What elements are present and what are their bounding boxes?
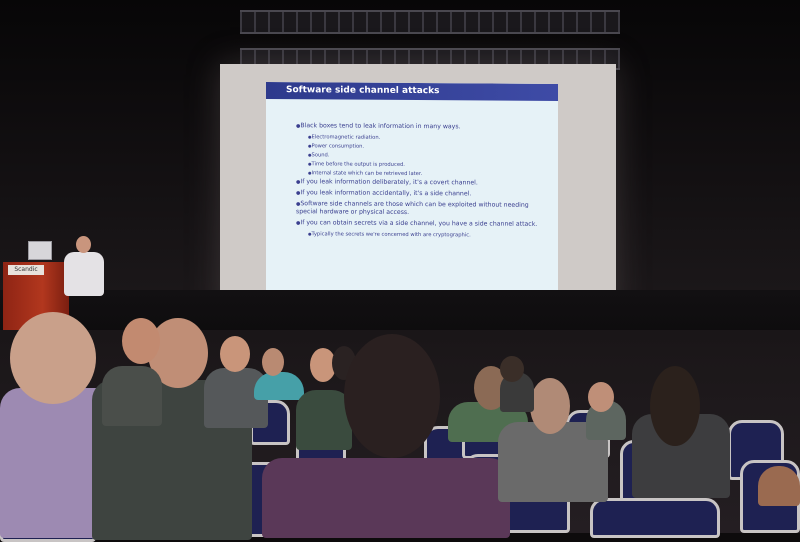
attendee-head: [122, 318, 160, 364]
presentation-slide: Software side channel attacks Black boxe…: [266, 81, 558, 311]
attendee-body: [102, 366, 162, 426]
attendee-head: [262, 348, 284, 376]
attendee-body: [262, 458, 510, 538]
slide-bullet: Black boxes tend to leak information in …: [296, 122, 546, 132]
attendee-head: [588, 382, 614, 412]
speaker-body: [64, 252, 104, 296]
attendee-head: [220, 336, 250, 372]
attendee-head: [530, 378, 570, 434]
slide-bullet: If you can obtain secrets via a side cha…: [296, 219, 546, 229]
slide-sub-bullet: Power consumption.: [308, 142, 546, 152]
attendee-head: [650, 366, 700, 446]
slide-title: Software side channel attacks: [266, 81, 558, 102]
attendee-arm: [758, 466, 800, 506]
slide-sub-bullet: Internal state which can be retrieved la…: [308, 169, 546, 179]
attendee-body: [254, 372, 304, 400]
slide-bullets: Black boxes tend to leak information in …: [296, 122, 546, 241]
slide-bullet: If you leak information deliberately, it…: [296, 178, 546, 188]
slide-sub-bullet: Electromagnetic radiation.: [308, 133, 546, 143]
laptop: [28, 241, 52, 260]
audience-area: [0, 312, 800, 542]
chair: [590, 498, 720, 538]
stage-truss: [240, 10, 620, 34]
slide-sub-bullet: Sound.: [308, 151, 546, 161]
attendee-head: [500, 356, 524, 382]
attendee-head: [344, 334, 440, 458]
attendee-head: [10, 312, 96, 404]
slide-sub-bullet: Time before the output is produced.: [308, 160, 546, 170]
speaker-head: [76, 236, 91, 253]
lectern-sign: Scandic: [8, 265, 44, 275]
slide-sub-bullet: Typically the secrets we're concerned wi…: [308, 230, 546, 240]
slide-bullet: Software side channels are those which c…: [296, 200, 546, 218]
slide-bullet: If you leak information accidentally, it…: [296, 189, 546, 199]
